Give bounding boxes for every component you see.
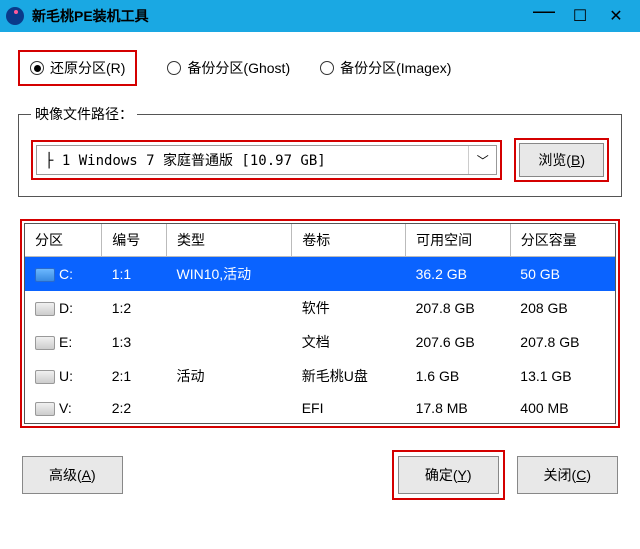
table-row[interactable]: V:2:2EFI17.8 MB400 MB [25,393,615,423]
backup-ghost-label: 备份分区(Ghost) [187,58,290,78]
maximize-button[interactable]: ☐ [562,0,598,32]
restore-radio[interactable]: 还原分区(R) [30,58,125,78]
th-size[interactable]: 分区容量 [510,224,615,257]
app-logo-icon [6,7,24,25]
window-title: 新毛桃PE装机工具 [32,6,526,26]
image-dropdown-value: ├ 1 Windows 7 家庭普通版 [10.97 GB] [37,150,468,170]
content-area: 还原分区(R) 备份分区(Ghost) 备份分区(Imagex) 映像文件路径：… [0,32,640,428]
minimize-button[interactable]: — [526,0,562,27]
ok-highlight: 确定(Y) [392,450,505,500]
image-dropdown[interactable]: ├ 1 Windows 7 家庭普通版 [10.97 GB] ﹀ [36,145,497,175]
image-dropdown-highlight: ├ 1 Windows 7 家庭普通版 [10.97 GB] ﹀ [31,140,502,180]
backup-ghost-radio[interactable]: 备份分区(Ghost) [167,58,290,78]
image-path-legend: 映像文件路径： [31,104,137,124]
table-header-row: 分区 编号 类型 卷标 可用空间 分区容量 [25,224,615,257]
backup-imagex-label: 备份分区(Imagex) [340,58,451,78]
th-free[interactable]: 可用空间 [406,224,511,257]
table-row[interactable]: U:2:1活动新毛桃U盘1.6 GB13.1 GB [25,359,615,393]
ok-button[interactable]: 确定(Y) [398,456,499,494]
partition-table: 分区 编号 类型 卷标 可用空间 分区容量 C:1:1WIN10,活动36.2 … [25,224,615,423]
table-highlight: 分区 编号 类型 卷标 可用空间 分区容量 C:1:1WIN10,活动36.2 … [20,219,620,428]
radio-dot-icon [167,61,181,75]
backup-imagex-radio[interactable]: 备份分区(Imagex) [320,58,451,78]
radio-dot-icon [30,61,44,75]
advanced-button[interactable]: 高级(A) [22,456,123,494]
th-num[interactable]: 编号 [102,224,167,257]
restore-highlight: 还原分区(R) [18,50,137,86]
footer: 高级(A) 确定(Y) 关闭(C) [0,428,640,522]
radio-dot-icon [320,61,334,75]
titlebar: 新毛桃PE装机工具 — ☐ ✕ [0,0,640,32]
mode-radio-row: 还原分区(R) 备份分区(Ghost) 备份分区(Imagex) [18,50,622,86]
browse-highlight: 浏览(B) [514,138,609,182]
chevron-down-icon: ﹀ [468,146,496,174]
th-vol[interactable]: 卷标 [292,224,406,257]
th-type[interactable]: 类型 [167,224,292,257]
browse-button[interactable]: 浏览(B) [519,143,604,177]
disk-icon [35,370,55,384]
th-part[interactable]: 分区 [25,224,102,257]
close-button[interactable]: 关闭(C) [517,456,618,494]
table-row[interactable]: D:1:2软件207.8 GB208 GB [25,291,615,325]
close-window-button[interactable]: ✕ [598,0,634,32]
disk-icon [35,336,55,350]
disk-icon [35,268,55,282]
disk-icon [35,302,55,316]
image-path-fieldset: 映像文件路径： ├ 1 Windows 7 家庭普通版 [10.97 GB] ﹀… [18,104,622,197]
table-row[interactable]: C:1:1WIN10,活动36.2 GB50 GB [25,257,615,292]
restore-label: 还原分区(R) [50,58,125,78]
table-row[interactable]: E:1:3文档207.6 GB207.8 GB [25,325,615,359]
disk-icon [35,402,55,416]
